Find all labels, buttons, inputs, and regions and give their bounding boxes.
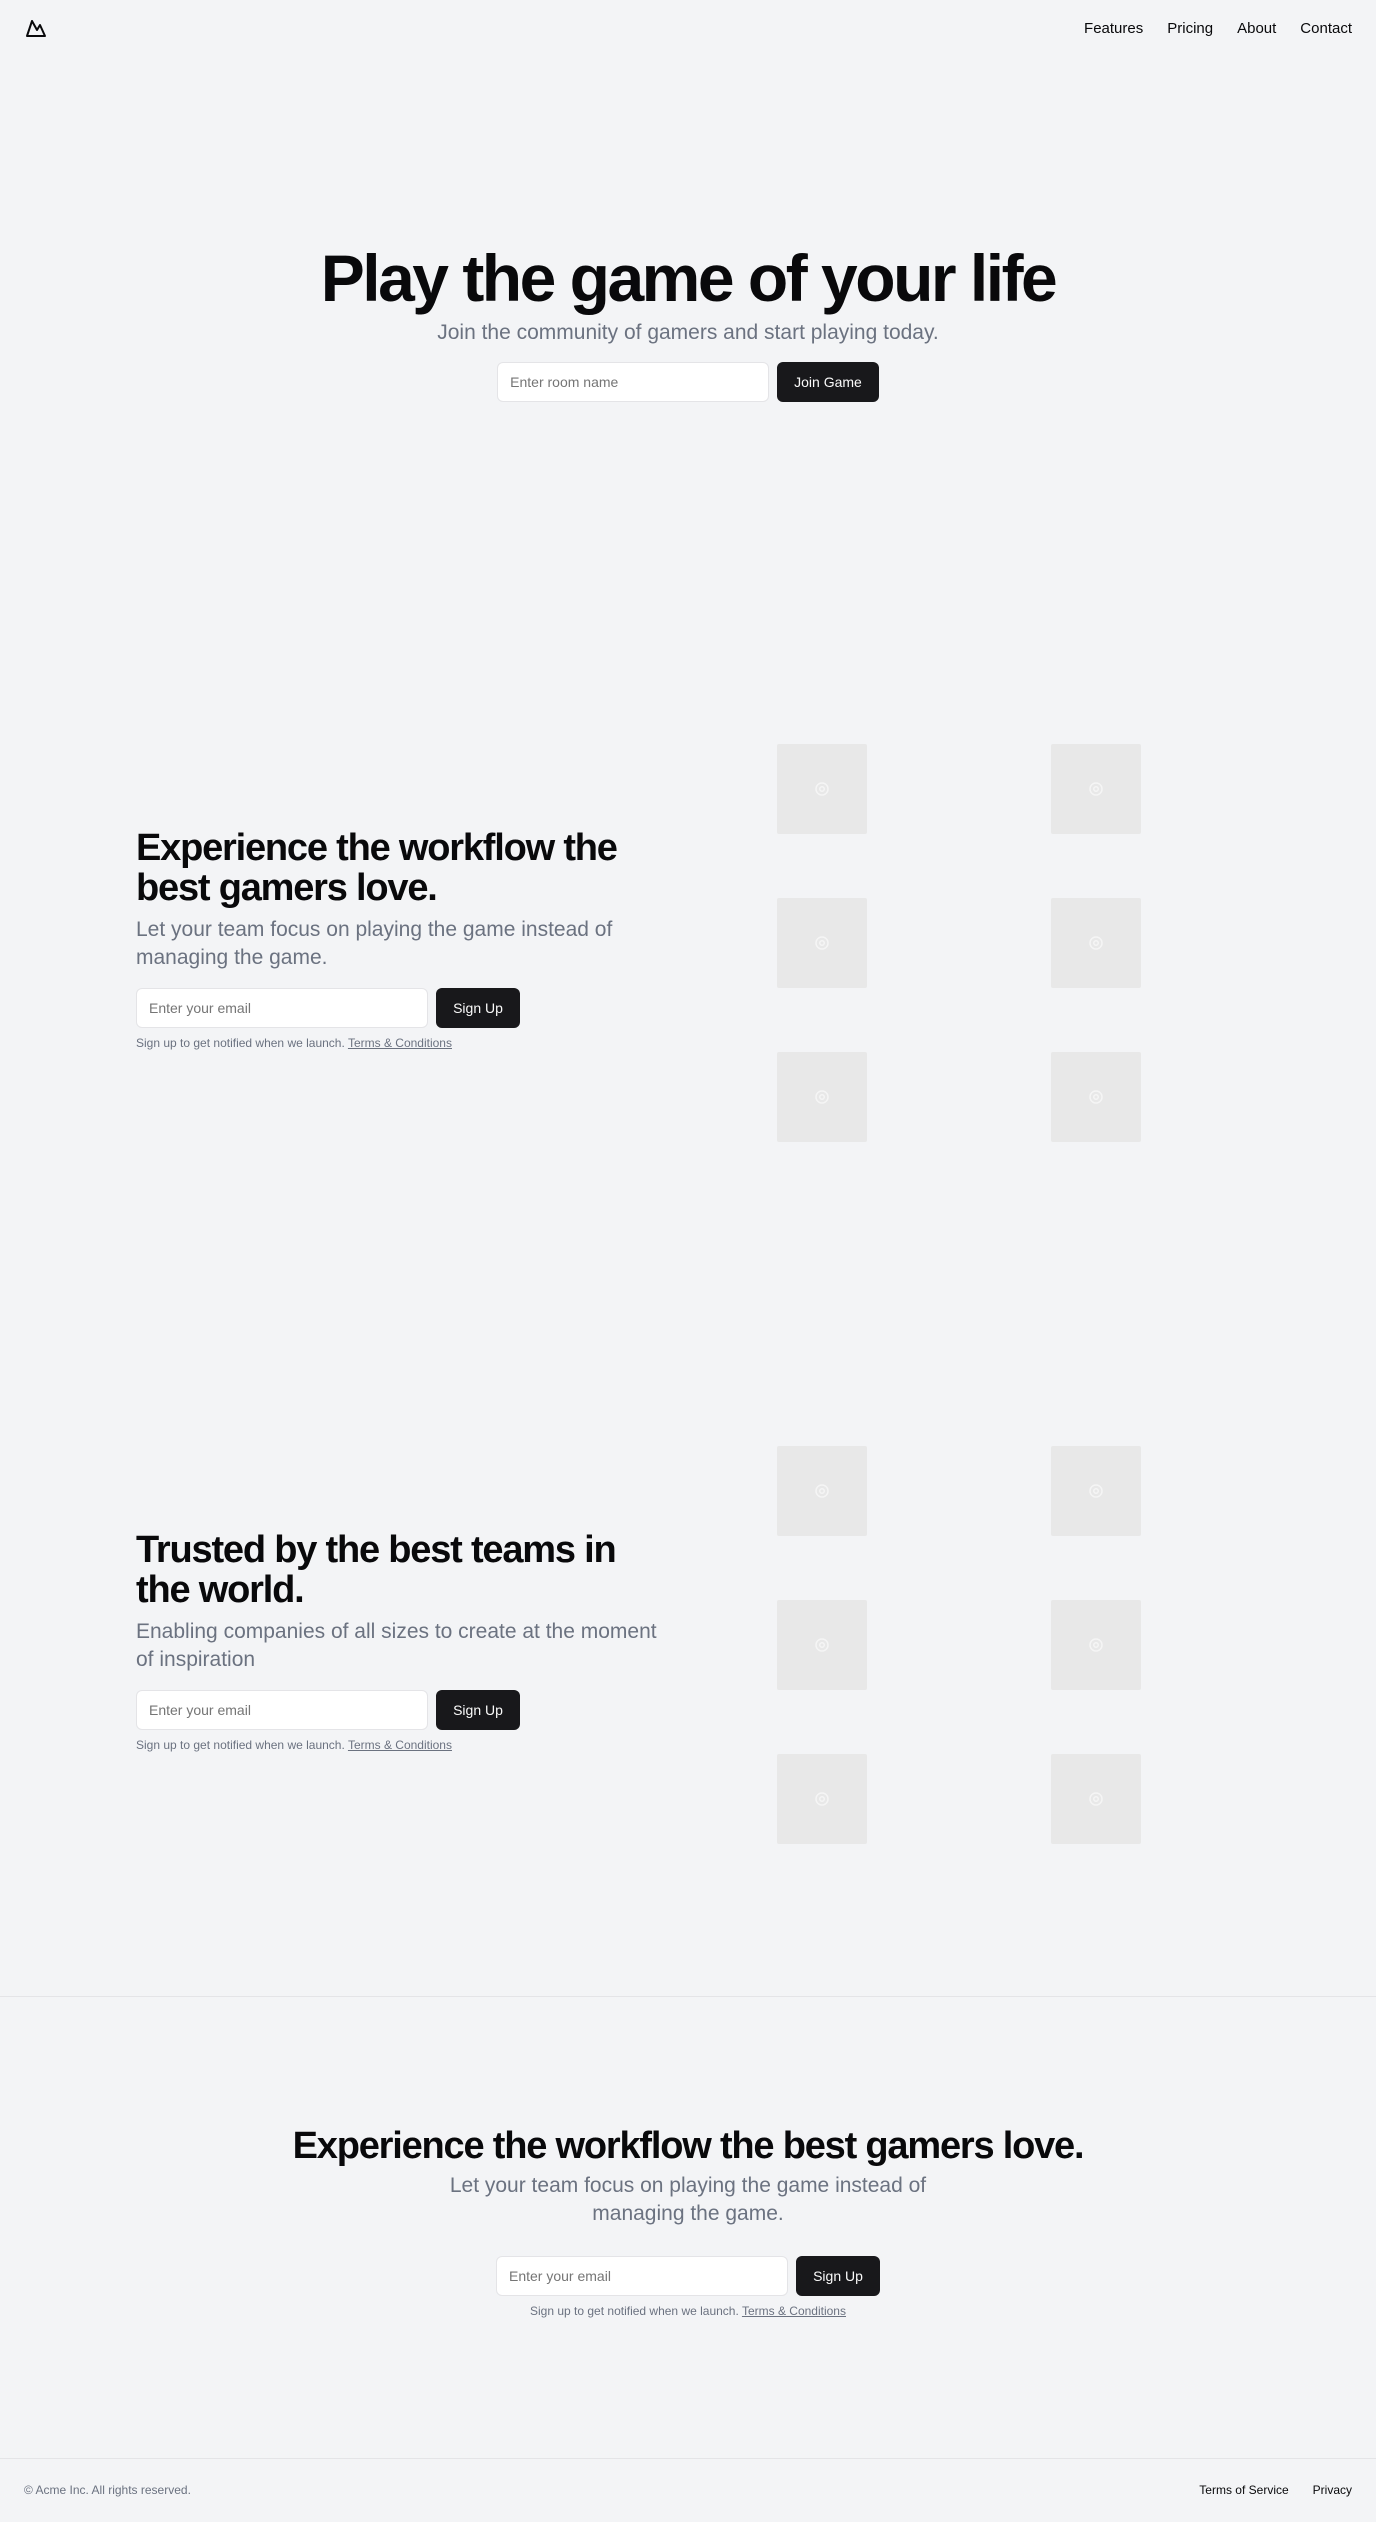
footer: © Acme Inc. All rights reserved. Terms o…: [0, 2458, 1376, 2522]
top-nav: Features Pricing About Contact: [0, 0, 1376, 56]
signup-note: Sign up to get notified when we launch. …: [0, 2304, 1376, 2318]
image-placeholder: [1051, 1052, 1141, 1142]
feature-subtitle: Enabling companies of all sizes to creat…: [136, 1620, 657, 1671]
signup-note: Sign up to get notified when we launch. …: [136, 1738, 666, 1752]
room-name-input[interactable]: [497, 362, 770, 402]
terms-link[interactable]: Terms & Conditions: [348, 1036, 452, 1050]
image-placeholder: [777, 898, 867, 988]
image-icon: [815, 1484, 829, 1498]
image-icon: [815, 936, 829, 950]
hero-subtitle: Join the community of gamers and start p…: [437, 321, 939, 344]
hero-title: Play the game of your life: [320, 241, 1058, 315]
section-divider: [0, 1996, 1376, 1997]
terms-of-service-link[interactable]: Terms of Service: [1199, 2483, 1288, 2497]
image-placeholder: [777, 1600, 867, 1690]
feature-text: Trusted by the best teams in the world. …: [136, 1530, 666, 1752]
image-icon: [1089, 1638, 1103, 1652]
image-icon: [1089, 1792, 1103, 1806]
email-input[interactable]: [136, 988, 428, 1028]
mountain-icon[interactable]: [24, 16, 48, 40]
image-placeholder: [777, 1446, 867, 1536]
feature-subtitle: Let your team focus on playing the game …: [136, 918, 613, 969]
email-input[interactable]: [136, 1690, 428, 1730]
image-placeholder: [1051, 1600, 1141, 1690]
footer-links: Terms of Service Privacy: [1199, 2483, 1352, 2497]
cta-title: Experience the workflow the best gamers …: [292, 2125, 1085, 2167]
join-room-form: Join Game: [0, 362, 1376, 402]
nav-link-pricing[interactable]: Pricing: [1167, 20, 1213, 37]
terms-link[interactable]: Terms & Conditions: [348, 1738, 452, 1752]
copyright-text: © Acme Inc. All rights reserved.: [24, 2483, 191, 2497]
image-icon: [1089, 782, 1103, 796]
cta-section: Experience the workflow the best gamers …: [0, 2124, 1376, 2318]
nav-links: Features Pricing About Contact: [1084, 20, 1352, 37]
image-icon: [815, 1792, 829, 1806]
nav-link-features[interactable]: Features: [1084, 20, 1143, 37]
image-placeholder: [1051, 1754, 1141, 1844]
image-icon: [1089, 1090, 1103, 1104]
image-placeholder: [1051, 1446, 1141, 1536]
signup-note-text: Sign up to get notified when we launch.: [136, 1738, 345, 1752]
signup-note-text: Sign up to get notified when we launch.: [136, 1036, 345, 1050]
cta-subtitle: Let your team focus on playing the game …: [449, 2174, 927, 2225]
terms-link[interactable]: Terms & Conditions: [742, 2304, 846, 2318]
image-icon: [815, 1638, 829, 1652]
signup-form: Sign Up: [0, 2256, 1376, 2296]
nav-link-about[interactable]: About: [1237, 20, 1276, 37]
image-icon: [815, 1090, 829, 1104]
image-icon: [815, 782, 829, 796]
join-game-button[interactable]: Join Game: [777, 362, 879, 402]
feature-title: Trusted by the best teams in the world.: [136, 1529, 617, 1611]
hero-section: Play the game of your life Join the comm…: [0, 238, 1376, 402]
signup-note: Sign up to get notified when we launch. …: [136, 1036, 666, 1050]
signup-note-text: Sign up to get notified when we launch.: [530, 2304, 739, 2318]
privacy-link[interactable]: Privacy: [1313, 2483, 1352, 2497]
signup-form: Sign Up: [136, 1690, 666, 1730]
image-placeholder: [777, 1052, 867, 1142]
image-placeholder: [1051, 744, 1141, 834]
sign-up-button[interactable]: Sign Up: [796, 2256, 880, 2296]
email-input[interactable]: [496, 2256, 788, 2296]
image-placeholder: [777, 1754, 867, 1844]
feature-text: Experience the workflow the best gamers …: [136, 828, 666, 1050]
nav-link-contact[interactable]: Contact: [1300, 20, 1352, 37]
image-placeholder: [777, 744, 867, 834]
feature-title: Experience the workflow the best gamers …: [136, 827, 618, 909]
sign-up-button[interactable]: Sign Up: [436, 988, 520, 1028]
signup-form: Sign Up: [136, 988, 666, 1028]
image-icon: [1089, 1484, 1103, 1498]
sign-up-button[interactable]: Sign Up: [436, 1690, 520, 1730]
image-placeholder: [1051, 898, 1141, 988]
image-icon: [1089, 936, 1103, 950]
